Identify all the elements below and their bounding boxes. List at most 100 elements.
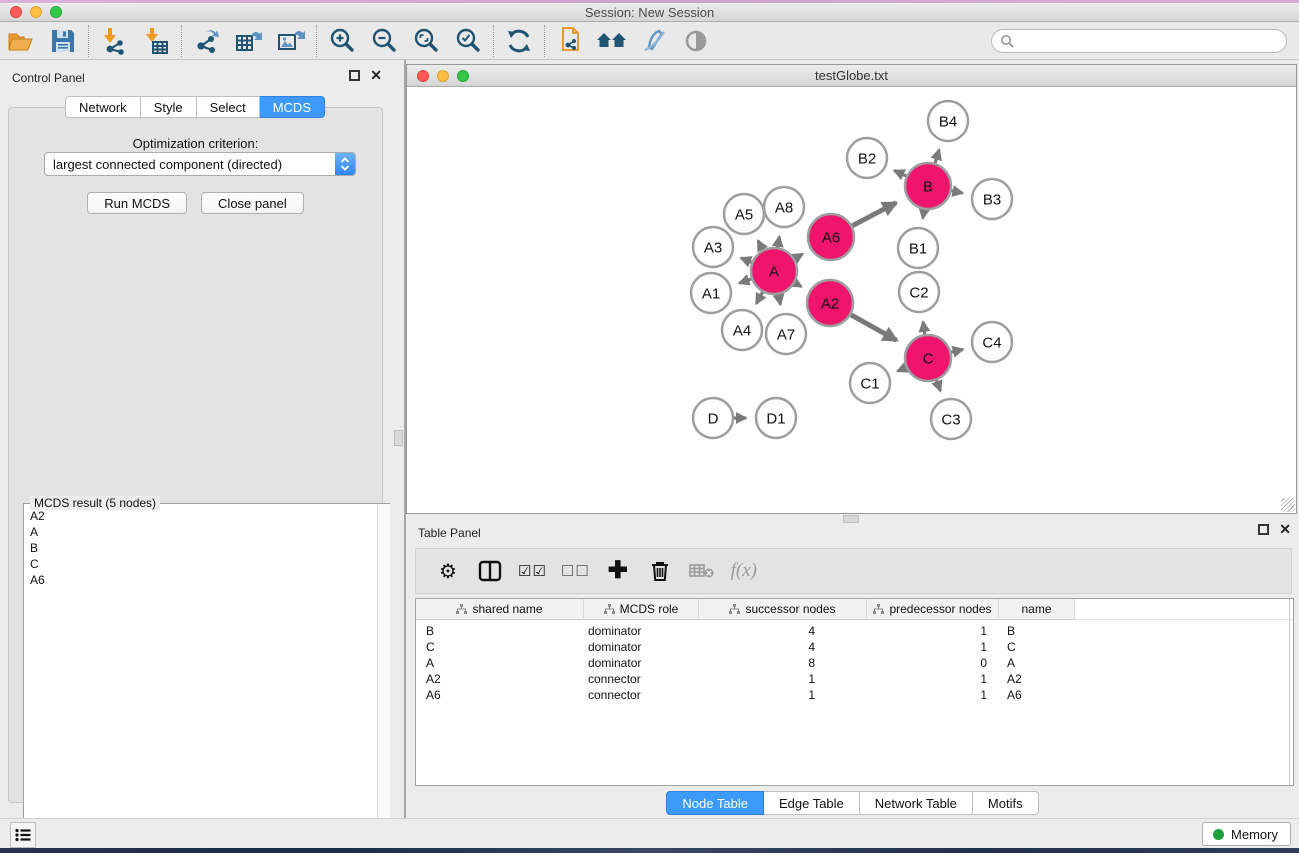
hide-annotations-icon[interactable] (633, 24, 675, 58)
table-cell[interactable]: A (999, 656, 1075, 670)
tab-network-table[interactable]: Network Table (860, 791, 973, 815)
export-network-icon[interactable] (186, 24, 228, 58)
tab-motifs[interactable]: Motifs (973, 791, 1039, 815)
search-input[interactable] (1015, 31, 1286, 51)
close-panel-button[interactable]: Close panel (201, 192, 304, 214)
column-header-name[interactable]: name (999, 599, 1075, 620)
result-list-item[interactable]: A (25, 524, 376, 540)
column-header-successor-nodes[interactable]: successor nodes (699, 599, 867, 620)
close-panel-icon[interactable]: ✕ (370, 70, 382, 81)
result-list-item[interactable]: B (25, 540, 376, 556)
table-cell[interactable]: 1 (867, 624, 999, 638)
table-options-gear-icon[interactable]: ⚙ (434, 556, 462, 586)
graph-node-C[interactable]: C (905, 335, 951, 381)
refresh-layout-icon[interactable] (498, 24, 540, 58)
save-session-icon[interactable] (42, 24, 84, 58)
table-row[interactable]: Adominator80A (416, 655, 1293, 671)
graph-node-C2[interactable]: C2 (899, 272, 939, 312)
tab-select[interactable]: Select (197, 96, 260, 118)
graph-node-B[interactable]: B (905, 163, 951, 209)
table-cell[interactable]: B (999, 624, 1075, 638)
run-mcds-button[interactable]: Run MCDS (87, 192, 187, 214)
table-cell[interactable]: A6 (999, 688, 1075, 702)
graph-edge-A6-B[interactable] (849, 203, 896, 228)
table-cell[interactable]: 1 (699, 688, 867, 702)
search-field[interactable] (991, 29, 1287, 53)
graph-node-A6[interactable]: A6 (808, 214, 854, 260)
graph-node-A4[interactable]: A4 (722, 310, 762, 350)
table-cell[interactable]: 4 (699, 640, 867, 654)
table-cell[interactable]: 4 (699, 624, 867, 638)
column-header-mcds-role[interactable]: MCDS role (584, 599, 699, 620)
table-row[interactable]: Bdominator41B (416, 623, 1293, 639)
zoom-fit-icon[interactable] (405, 24, 447, 58)
result-list-item[interactable]: C (25, 556, 376, 572)
criterion-select[interactable]: largest connected component (directed) (44, 152, 356, 176)
table-cell[interactable]: A (416, 656, 584, 670)
add-column-icon[interactable]: ✚ (604, 556, 632, 586)
graph-node-A2[interactable]: A2 (807, 280, 853, 326)
graph-node-A5[interactable]: A5 (724, 194, 764, 234)
panel-splitter[interactable] (390, 60, 406, 818)
graph-node-B1[interactable]: B1 (898, 228, 938, 268)
graph-node-B2[interactable]: B2 (847, 138, 887, 178)
import-network-icon[interactable] (93, 24, 135, 58)
zoom-selected-icon[interactable] (447, 24, 489, 58)
table-cell[interactable]: 1 (867, 640, 999, 654)
table-row[interactable]: A2connector11A2 (416, 671, 1293, 687)
table-cell[interactable]: C (416, 640, 584, 654)
result-list-scrollbar[interactable] (377, 504, 390, 844)
graph-node-A8[interactable]: A8 (764, 187, 804, 227)
table-cell[interactable]: B (416, 624, 584, 638)
open-session-icon[interactable] (0, 24, 42, 58)
network-window-titlebar[interactable]: testGlobe.txt (407, 65, 1296, 87)
table-cell[interactable]: 0 (867, 656, 999, 670)
result-list-item[interactable]: A6 (25, 572, 376, 588)
table-cell[interactable]: A2 (416, 672, 584, 686)
table-cell[interactable]: A6 (416, 688, 584, 702)
export-image-icon[interactable] (270, 24, 312, 58)
delete-column-trash-icon[interactable] (646, 556, 674, 586)
graph-node-C3[interactable]: C3 (931, 399, 971, 439)
table-row[interactable]: A6connector11A6 (416, 687, 1293, 703)
tab-network[interactable]: Network (65, 96, 141, 118)
tab-mcds[interactable]: MCDS (260, 96, 325, 118)
table-cell[interactable]: dominator (584, 656, 699, 670)
network-from-selection-icon[interactable] (549, 24, 591, 58)
show-graphics-details-icon[interactable] (675, 24, 717, 58)
table-row[interactable]: Cdominator41C (416, 639, 1293, 655)
select-all-checkboxes-icon[interactable]: ☑☑ (518, 556, 547, 586)
table-cell[interactable]: connector (584, 688, 699, 702)
table-cell[interactable]: A2 (999, 672, 1075, 686)
graph-node-A3[interactable]: A3 (693, 227, 733, 267)
table-cell[interactable]: 1 (699, 672, 867, 686)
graph-node-C1[interactable]: C1 (850, 363, 890, 403)
task-history-button[interactable] (10, 822, 36, 848)
graph-node-A[interactable]: A (751, 248, 797, 294)
tab-style[interactable]: Style (141, 96, 197, 118)
column-browser-icon[interactable] (476, 556, 504, 586)
memory-button[interactable]: Memory (1202, 822, 1291, 846)
deselect-all-checkboxes-icon[interactable]: ☐☐ (561, 556, 590, 586)
table-cell[interactable]: 1 (867, 672, 999, 686)
column-header-predecessor-nodes[interactable]: predecessor nodes (867, 599, 999, 620)
table-cell[interactable]: dominator (584, 624, 699, 638)
table-cell[interactable]: dominator (584, 640, 699, 654)
graph-edge-A2-C[interactable] (847, 313, 896, 341)
zoom-out-icon[interactable] (363, 24, 405, 58)
network-canvas[interactable]: AA1A3A5A8A4A7A6A2BB1B2B3B4CC1C2C3C4DD1 (407, 87, 1296, 513)
float-panel-icon[interactable] (349, 70, 360, 81)
column-header-shared-name[interactable]: shared name (416, 599, 584, 620)
table-scrollbar[interactable] (1289, 599, 1290, 785)
tab-edge-table[interactable]: Edge Table (764, 791, 860, 815)
graph-node-B4[interactable]: B4 (928, 101, 968, 141)
graph-node-B3[interactable]: B3 (972, 179, 1012, 219)
graph-node-D1[interactable]: D1 (756, 398, 796, 438)
zoom-in-icon[interactable] (321, 24, 363, 58)
tab-node-table[interactable]: Node Table (666, 791, 764, 815)
splitter-grip[interactable] (394, 430, 403, 446)
graph-node-C4[interactable]: C4 (972, 322, 1012, 362)
table-cell[interactable]: 8 (699, 656, 867, 670)
import-table-icon[interactable] (135, 24, 177, 58)
graph-node-A7[interactable]: A7 (766, 314, 806, 354)
